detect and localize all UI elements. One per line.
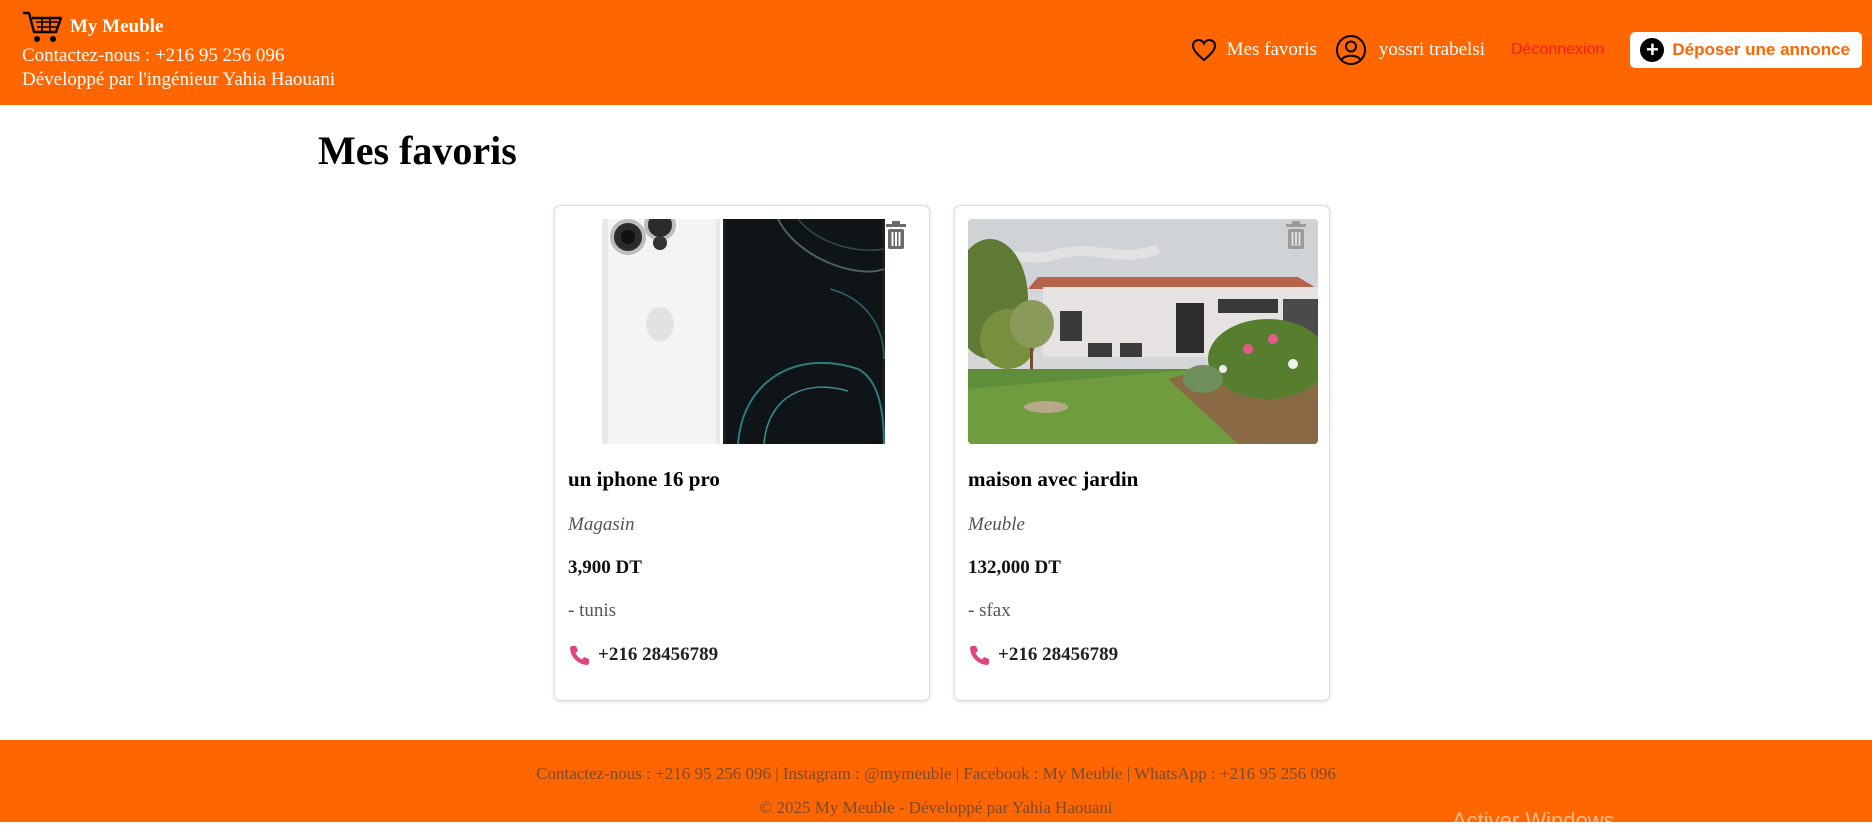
- logout-link[interactable]: Déconnexion: [1511, 41, 1604, 59]
- heart-icon: [1191, 38, 1216, 62]
- favorites-link[interactable]: Mes favoris: [1191, 38, 1317, 62]
- listing-phone[interactable]: +216 28456789: [968, 644, 1118, 666]
- brand-block: My Meuble Contactez-nous : +216 95 256 0…: [22, 10, 335, 92]
- user-name: yossri trabelsi: [1378, 39, 1485, 60]
- header-developer: Développé par l'ingénieur Yahia Haouani: [22, 69, 336, 90]
- listing-phone[interactable]: +216 28456789: [568, 644, 718, 666]
- site-header: My Meuble Contactez-nous : +216 95 256 0…: [0, 0, 1872, 105]
- trash-icon[interactable]: [883, 221, 909, 251]
- trash-icon[interactable]: [1283, 221, 1309, 251]
- header-contact: Contactez-nous : +216 95 256 096: [22, 45, 285, 66]
- cart-icon: [22, 10, 64, 44]
- brand-row[interactable]: My Meuble: [22, 10, 335, 44]
- header-nav: Mes favoris yossri trabelsi Déconnexion …: [1191, 30, 1862, 70]
- activate-windows-watermark: Activer Windows: [1452, 808, 1615, 833]
- listing-phone-number: +216 28456789: [998, 644, 1119, 665]
- user-circle-icon: [1335, 35, 1366, 65]
- favorites-label: Mes favoris: [1226, 39, 1317, 60]
- post-ad-button[interactable]: + Déposer une annonce: [1630, 32, 1862, 68]
- favorite-card[interactable]: maison avec jardin Meuble 132,000 DT - s…: [954, 205, 1330, 701]
- listing-price: 3,900 DT: [568, 557, 642, 578]
- brand-name: My Meuble: [70, 16, 164, 37]
- listing-title[interactable]: un iphone 16 pro: [568, 467, 720, 492]
- page-title: Mes favoris: [318, 128, 517, 173]
- listing-price: 132,000 DT: [968, 557, 1061, 578]
- phone-icon: [970, 646, 989, 665]
- listing-category: Magasin: [568, 514, 635, 535]
- user-profile-link[interactable]: yossri trabelsi: [1335, 34, 1485, 66]
- listing-phone-number: +216 28456789: [598, 644, 719, 665]
- favorite-card[interactable]: un iphone 16 pro Magasin 3,900 DT - tuni…: [554, 205, 930, 701]
- post-ad-label: Déposer une annonce: [1672, 40, 1850, 59]
- plus-circle-icon: +: [1640, 38, 1665, 62]
- listing-category: Meuble: [968, 514, 1025, 535]
- footer-contact: Contactez-nous : +216 95 256 096 | Insta…: [536, 764, 1336, 783]
- listing-location: - sfax: [968, 600, 1011, 621]
- favorites-list: un iphone 16 pro Magasin 3,900 DT - tuni…: [554, 205, 1330, 701]
- listing-title[interactable]: maison avec jardin: [968, 467, 1138, 492]
- listing-image[interactable]: [968, 219, 1318, 444]
- phone-icon: [570, 646, 589, 665]
- listing-location: - tunis: [568, 600, 617, 621]
- listing-image[interactable]: [568, 219, 918, 444]
